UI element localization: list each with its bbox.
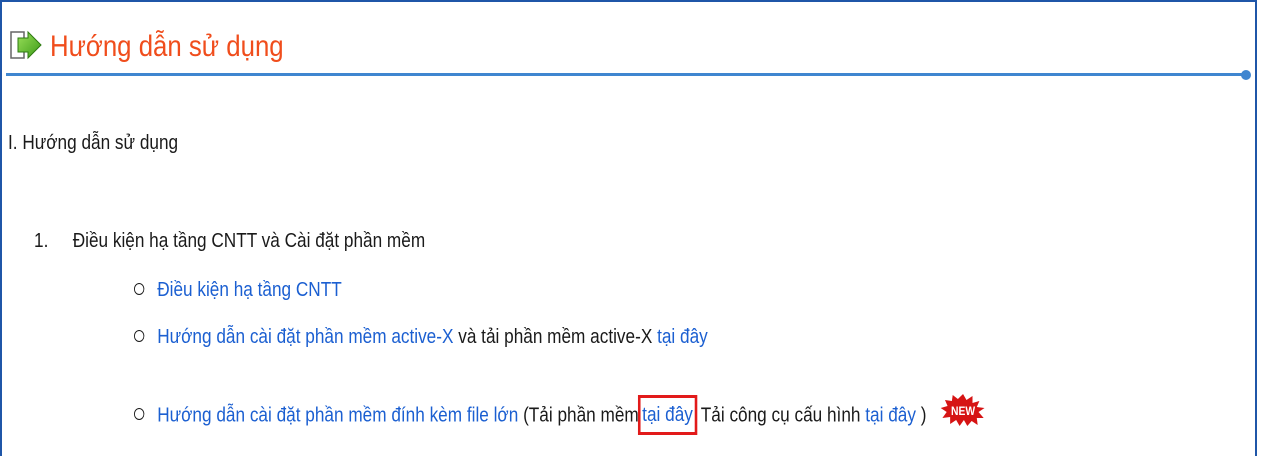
list-item-number: 1. xyxy=(34,230,49,252)
page-title: Hướng dẫn sử dụng xyxy=(50,30,284,63)
download-open-text: (Tải phần mềm xyxy=(523,404,639,427)
large-file-guide-link[interactable]: Hướng dẫn cài đặt phần mềm đính kèm file… xyxy=(157,404,518,426)
activex-guide-link[interactable]: Hướng dẫn cài đặt phần mềm active-X xyxy=(157,326,453,348)
section-title: I. Hướng dẫn sử dụng xyxy=(8,132,179,154)
new-badge-label: NEW xyxy=(951,405,975,418)
arrow-right-icon xyxy=(10,29,42,65)
activex-text: và tải phần mềm active-X xyxy=(458,326,653,348)
header-divider xyxy=(6,73,1242,76)
sub-item-infrastructure: Điều kiện hạ tầng CNTT xyxy=(134,279,342,302)
bullet-icon xyxy=(134,408,145,420)
config-tool-text: Tải công cụ cấu hình xyxy=(700,404,861,427)
section-header: Hướng dẫn sử dụng xyxy=(10,22,322,72)
infrastructure-link[interactable]: Điều kiện hạ tầng CNTT xyxy=(157,279,342,301)
close-paren-text: ) xyxy=(920,404,927,427)
activex-download-link[interactable]: tại đây xyxy=(657,326,708,348)
sub-item-activex: Hướng dẫn cài đặt phần mềm active-X và t… xyxy=(134,326,708,349)
bullet-icon xyxy=(134,282,145,295)
list-item: 1. Điều kiện hạ tầng CNTT và Cài đặt phần… xyxy=(34,230,425,253)
list-item-label: Điều kiện hạ tầng CNTT và Cài đặt phần m… xyxy=(72,230,426,252)
new-badge-icon: NEW xyxy=(940,393,986,433)
highlight-box: tại đây xyxy=(637,395,698,436)
divider-dot xyxy=(1241,70,1251,80)
sub-item-large-file: Hướng dẫn cài đặt phần mềm đính kèm file… xyxy=(134,393,986,436)
bullet-icon xyxy=(134,329,145,342)
large-file-download-link[interactable]: tại đây xyxy=(642,404,693,426)
config-tool-download-link[interactable]: tại đây xyxy=(865,404,916,426)
